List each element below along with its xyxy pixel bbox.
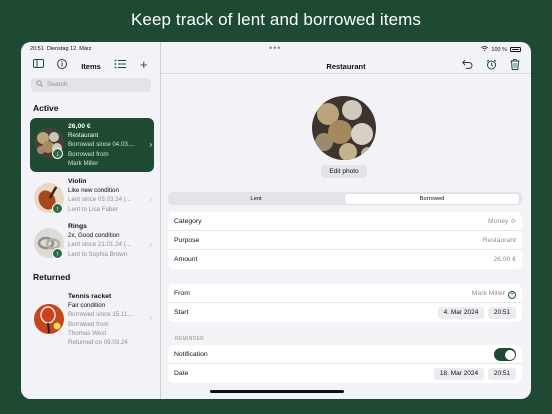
search-field[interactable]: Search: [31, 78, 151, 92]
lent-badge-icon: ↑: [52, 203, 63, 214]
lent-badge-icon: ↑: [52, 248, 63, 259]
chevron-right-icon: ›: [149, 240, 152, 249]
item-person: Mark Miller: [68, 159, 99, 167]
segment-borrowed[interactable]: Borrowed: [345, 193, 519, 204]
add-contact-icon[interactable]: +: [508, 291, 516, 299]
returned-section-header: Returned: [33, 272, 71, 282]
item-condition: 2x, Good condition: [68, 232, 120, 240]
start-label: Start: [174, 309, 189, 316]
item-name: Rings: [68, 223, 87, 230]
return-icon[interactable]: [462, 59, 473, 74]
edit-photo-button[interactable]: Edit photo: [321, 165, 367, 178]
item-since: Lent since 21.01.24 (...: [68, 241, 131, 249]
amount-value[interactable]: 26,00 €: [493, 250, 516, 269]
search-placeholder: Search: [47, 81, 68, 88]
item-from-label: Borrowed from: [68, 320, 109, 328]
detail-toolbar: Restaurant: [161, 58, 531, 74]
sidebar-toolbar: Items +: [21, 58, 161, 74]
start-date-picker[interactable]: 4. Mar 2024: [438, 306, 484, 319]
purpose-row[interactable]: Purpose Restaurant: [168, 231, 522, 250]
item-since: Borrowed since 04.03....: [68, 141, 135, 149]
item-since: Lent since 03.03.24 (...: [68, 196, 131, 204]
item-person: Lent to Sophia Brown: [68, 250, 128, 258]
alarm-icon[interactable]: [486, 59, 497, 75]
tennis-racket-thumbnail: [34, 304, 64, 334]
item-name: Violin: [68, 178, 87, 185]
active-section-header: Active: [33, 103, 59, 113]
item-name: 26,00 €: [68, 123, 91, 130]
category-value[interactable]: Money ≎: [488, 212, 516, 231]
headline: Keep track of lent and borrowed items: [130, 10, 422, 29]
reminder-card: Notification Date 18. Mar 2024 20:51: [168, 345, 522, 383]
list-item-money[interactable]: ↓ 26,00 € Restaurant Borrowed since 04.0…: [30, 118, 154, 172]
list-item-tennis-racket[interactable]: Tennis racket Fair condition Borrowed si…: [30, 288, 154, 348]
person-card: From Mark Miller + Start 4. Mar 2024 20:5…: [168, 284, 522, 322]
trash-icon[interactable]: [510, 59, 520, 75]
from-value[interactable]: Mark Miller +: [472, 284, 516, 303]
notification-toggle[interactable]: [494, 348, 516, 361]
detail-pane: Restaurant Edit photo Lent Borrowed Cate…: [161, 42, 531, 399]
from-label: From: [174, 290, 190, 297]
list-item-rings[interactable]: ↑ Rings 2x, Good condition Lent since 21…: [30, 218, 154, 272]
item-condition: Like new condition: [68, 187, 119, 195]
category-row[interactable]: Category Money ≎: [168, 212, 522, 231]
notification-label: Notification: [174, 351, 208, 358]
item-returned: Returned on 09.03.24: [68, 339, 128, 347]
start-time-picker[interactable]: 20:51: [488, 306, 516, 319]
reminder-date-label: Date: [174, 370, 189, 377]
amount-label: Amount: [174, 256, 198, 263]
chevron-right-icon: ›: [149, 140, 152, 149]
purpose-value[interactable]: Restaurant: [483, 231, 516, 250]
item-condition: Fair condition: [68, 302, 106, 310]
borrowed-badge-icon: ↓: [52, 148, 63, 159]
detail-title: Restaurant: [326, 62, 366, 71]
details-card: Category Money ≎ Purpose Restaurant Amou…: [168, 212, 522, 269]
segment-lent[interactable]: Lent: [169, 194, 343, 204]
item-from-label: Borrowed from: [68, 150, 109, 158]
reminder-time-picker[interactable]: 20:51: [488, 367, 516, 380]
item-person: Thomas West: [68, 329, 107, 337]
chevron-right-icon: ›: [149, 313, 152, 322]
chevron-right-icon: ›: [149, 195, 152, 204]
status-time: 20:51 Dienstag 12. März: [30, 46, 92, 52]
lent-borrowed-segmented-control: Lent Borrowed: [168, 192, 522, 205]
start-row: Start 4. Mar 2024 20:51: [168, 303, 522, 322]
sidebar: Items + Search Active ↓ 26,00 € Restaura…: [21, 42, 161, 399]
notification-row: Notification: [168, 345, 522, 364]
sort-list-icon[interactable]: [114, 59, 126, 74]
item-name: Tennis racket: [68, 293, 112, 300]
from-row[interactable]: From Mark Miller +: [168, 284, 522, 303]
item-person: Lent to Lisa Faber: [68, 205, 118, 213]
amount-row[interactable]: Amount 26,00 €: [168, 250, 522, 269]
item-purpose: Restaurant: [68, 132, 99, 140]
reminder-section-header: REMINDER: [175, 336, 205, 342]
reminder-date-row: Date 18. Mar 2024 20:51: [168, 364, 522, 383]
item-photo: [312, 96, 376, 160]
category-label: Category: [174, 218, 202, 225]
item-since: Borrowed since 15.11....: [68, 311, 135, 319]
reminder-date-picker[interactable]: 18. Mar 2024: [434, 367, 484, 380]
ipad-screen: Items + Search Active ↓ 26,00 € Restaura…: [21, 42, 531, 399]
add-item-icon[interactable]: +: [140, 58, 148, 72]
home-indicator[interactable]: [210, 390, 344, 393]
purpose-label: Purpose: [174, 237, 200, 244]
search-icon: [36, 78, 43, 92]
